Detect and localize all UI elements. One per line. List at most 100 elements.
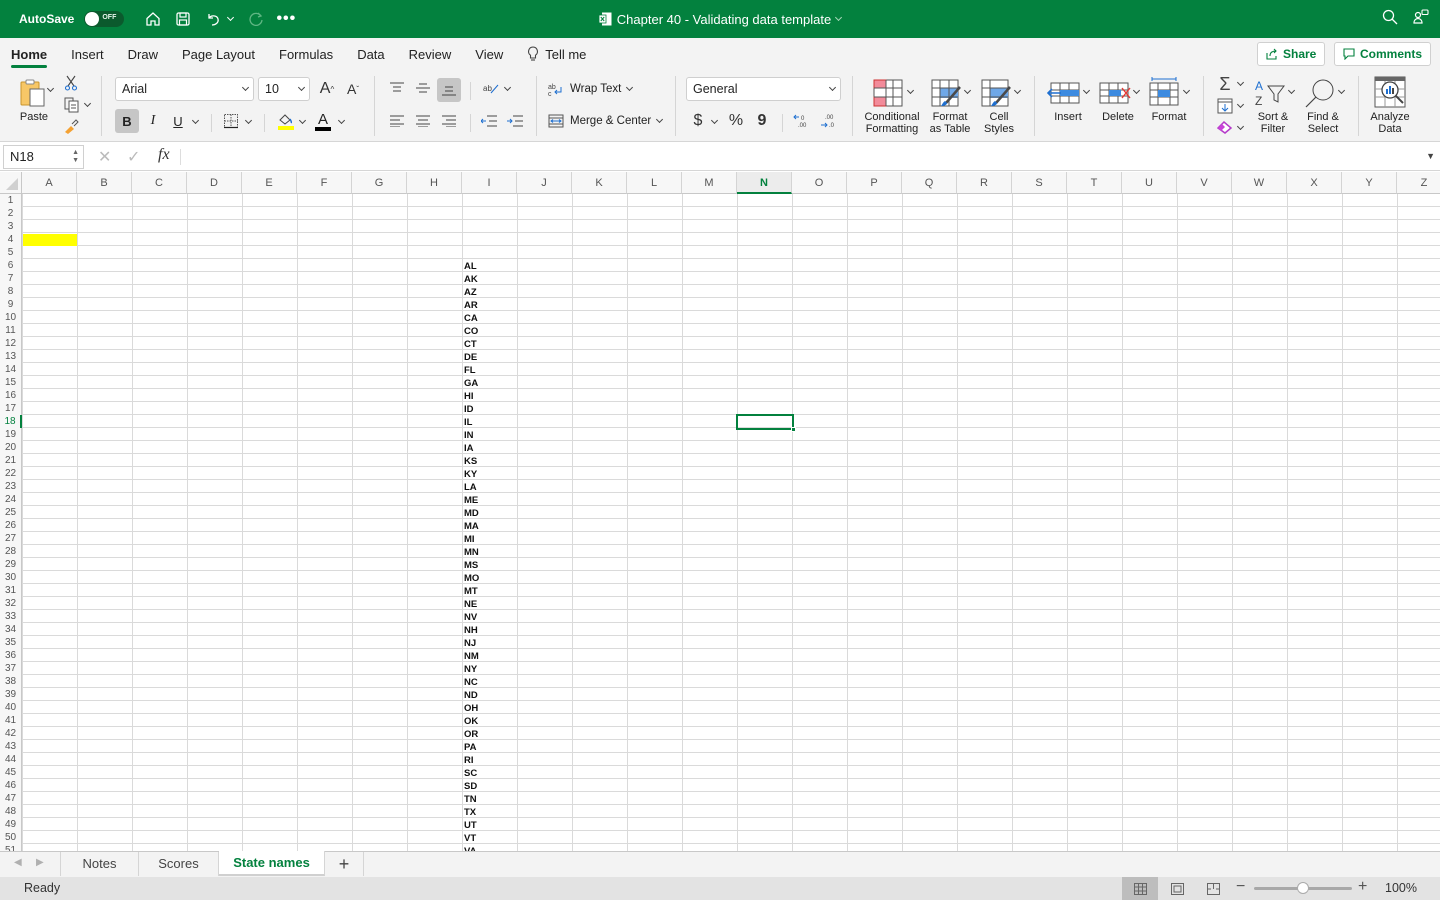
row-header-3[interactable]: 3 — [0, 220, 22, 233]
state-cell[interactable]: OK — [462, 715, 517, 728]
row-header-45[interactable]: 45 — [0, 766, 22, 779]
expand-formula-bar-icon[interactable]: ▼ — [1426, 151, 1435, 161]
state-cell[interactable]: MD — [462, 507, 517, 520]
column-header-c[interactable]: C — [132, 172, 187, 194]
row-header-37[interactable]: 37 — [0, 662, 22, 675]
row-header-21[interactable]: 21 — [0, 454, 22, 467]
tab-review[interactable]: Review — [409, 38, 464, 70]
row-header-36[interactable]: 36 — [0, 649, 22, 662]
column-header-u[interactable]: U — [1122, 172, 1177, 194]
align-center-button[interactable] — [413, 111, 433, 131]
row-header-4[interactable]: 4 — [0, 233, 22, 246]
row-header-15[interactable]: 15 — [0, 376, 22, 389]
state-cell[interactable]: UT — [462, 819, 517, 832]
tab-formulas[interactable]: Formulas — [279, 38, 345, 70]
state-cell[interactable]: HI — [462, 390, 517, 403]
tell-me-search[interactable]: Tell me — [527, 38, 598, 70]
paste-button[interactable] — [14, 76, 54, 110]
state-cell[interactable]: NE — [462, 598, 517, 611]
row-header-27[interactable]: 27 — [0, 532, 22, 545]
fill-color-dropdown-icon[interactable] — [298, 116, 307, 125]
state-cell[interactable]: DE — [462, 351, 517, 364]
state-cell[interactable]: CT — [462, 338, 517, 351]
column-header-h[interactable]: H — [407, 172, 462, 194]
increase-indent-button[interactable] — [505, 111, 525, 131]
insert-cells-button[interactable] — [1046, 76, 1082, 110]
wrap-text-dropdown-icon[interactable] — [626, 83, 634, 92]
state-cell[interactable]: TX — [462, 806, 517, 819]
wrap-text-button[interactable]: ab c Wrap Text — [548, 78, 634, 100]
decrease-indent-button[interactable] — [479, 111, 499, 131]
column-header-a[interactable]: A — [22, 172, 77, 194]
state-cell[interactable]: PA — [462, 741, 517, 754]
column-header-w[interactable]: W — [1232, 172, 1287, 194]
format-painter-button[interactable] — [62, 117, 80, 135]
fill-button[interactable] — [1215, 96, 1235, 116]
state-cell[interactable]: VT — [462, 832, 517, 845]
align-top-button[interactable] — [387, 78, 407, 98]
orientation-dropdown-icon[interactable] — [503, 83, 512, 92]
row-header-25[interactable]: 25 — [0, 506, 22, 519]
row-header-12[interactable]: 12 — [0, 337, 22, 350]
column-header-d[interactable]: D — [187, 172, 242, 194]
cut-button[interactable] — [62, 74, 80, 92]
row-header-23[interactable]: 23 — [0, 480, 22, 493]
cancel-icon[interactable]: ✕ — [98, 147, 111, 167]
zoom-slider[interactable] — [1254, 882, 1352, 894]
row-header-38[interactable]: 38 — [0, 675, 22, 688]
clear-button[interactable] — [1215, 118, 1235, 136]
row-header-29[interactable]: 29 — [0, 558, 22, 571]
add-sheet-button[interactable]: + — [325, 852, 364, 876]
state-cell[interactable]: NM — [462, 650, 517, 663]
state-cell[interactable]: NH — [462, 624, 517, 637]
sheet-tab-scores[interactable]: Scores — [139, 852, 219, 876]
sheet-tab-state-names[interactable]: State names — [219, 851, 325, 876]
state-cell[interactable]: KY — [462, 468, 517, 481]
underline-button[interactable]: U — [170, 109, 186, 133]
row-header-46[interactable]: 46 — [0, 779, 22, 792]
state-cell[interactable]: AZ — [462, 286, 517, 299]
page-layout-view-button[interactable] — [1160, 877, 1194, 900]
share-person-icon[interactable] — [1412, 8, 1430, 31]
row-header-33[interactable]: 33 — [0, 610, 22, 623]
fill-color-button[interactable] — [276, 110, 296, 132]
insert-cells-dropdown-icon[interactable] — [1082, 86, 1091, 95]
selected-cell-n18[interactable] — [736, 414, 794, 430]
align-left-button[interactable] — [387, 111, 407, 131]
cell-area[interactable] — [22, 194, 1440, 851]
state-cell[interactable]: OH — [462, 702, 517, 715]
row-header-49[interactable]: 49 — [0, 818, 22, 831]
clear-dropdown-icon[interactable] — [1236, 122, 1245, 131]
insert-function-icon[interactable]: fx — [158, 146, 170, 164]
zoom-slider-handle[interactable] — [1297, 882, 1309, 894]
state-cell[interactable]: MT — [462, 585, 517, 598]
row-header-7[interactable]: 7 — [0, 272, 22, 285]
row-header-30[interactable]: 30 — [0, 571, 22, 584]
row-header-1[interactable]: 1 — [0, 194, 22, 207]
fill-dropdown-icon[interactable] — [1236, 100, 1245, 109]
column-header-p[interactable]: P — [847, 172, 902, 194]
column-header-z[interactable]: Z — [1397, 172, 1440, 194]
font-size-select[interactable]: 10 — [258, 77, 310, 101]
state-cell[interactable]: OR — [462, 728, 517, 741]
copy-button[interactable] — [62, 96, 92, 114]
row-header-50[interactable]: 50 — [0, 831, 22, 844]
row-header-44[interactable]: 44 — [0, 753, 22, 766]
row-header-17[interactable]: 17 — [0, 402, 22, 415]
state-cell[interactable]: FL — [462, 364, 517, 377]
state-cell[interactable]: IL — [462, 416, 517, 429]
zoom-out-button[interactable]: − — [1236, 878, 1245, 896]
state-cell[interactable]: TN — [462, 793, 517, 806]
state-cell[interactable]: MN — [462, 546, 517, 559]
number-format-select[interactable]: General — [686, 77, 841, 101]
state-cell[interactable]: MS — [462, 559, 517, 572]
name-box-stepper-icon[interactable]: ▲ ▼ — [72, 149, 79, 165]
state-cell[interactable]: IA — [462, 442, 517, 455]
state-cell[interactable]: CA — [462, 312, 517, 325]
row-header-13[interactable]: 13 — [0, 350, 22, 363]
borders-dropdown-icon[interactable] — [244, 116, 253, 125]
decrease-font-size-button[interactable]: Aˇ — [342, 79, 364, 99]
increase-decimal-button[interactable]: 0.00 — [792, 110, 812, 132]
row-header-35[interactable]: 35 — [0, 636, 22, 649]
select-all-corner[interactable] — [0, 172, 22, 194]
